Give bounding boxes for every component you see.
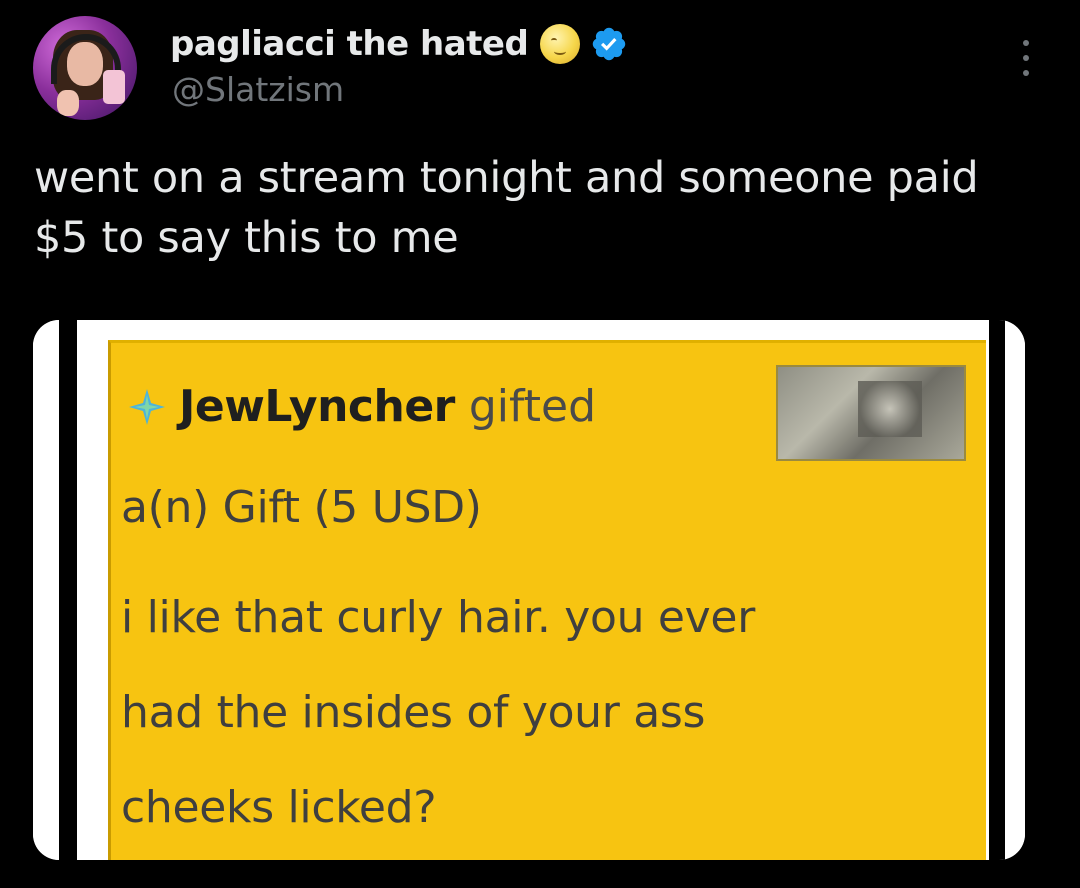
author-handle[interactable]: @Slatzism bbox=[172, 70, 344, 109]
tweet-text-line: $5 to say this to me bbox=[34, 213, 459, 263]
gift-message-line: i like that curly hair. you ever bbox=[121, 592, 755, 643]
tweet-media-image[interactable]: JewLyncher gifted a(n) Gift (5 USD) i li… bbox=[33, 320, 1025, 860]
gift-thumbnail bbox=[776, 365, 966, 461]
moon-face-icon bbox=[540, 24, 581, 64]
gift-message-line: cheeks licked? bbox=[121, 782, 437, 833]
verified-badge-icon bbox=[593, 27, 626, 61]
gift-message-line: had the insides of your ass bbox=[121, 687, 706, 738]
gift-sparkle-icon bbox=[129, 388, 165, 425]
display-name[interactable]: pagliacci the hated bbox=[170, 24, 529, 64]
gift-amount: a(n) Gift (5 USD) bbox=[121, 482, 482, 533]
tweet-text-line: went on a stream tonight and someone pai… bbox=[34, 153, 979, 203]
tweet-text: went on a stream tonight and someone pai… bbox=[34, 148, 1054, 268]
avatar[interactable] bbox=[33, 16, 137, 120]
more-options-icon[interactable] bbox=[1014, 40, 1038, 76]
gift-username: JewLyncher bbox=[179, 381, 455, 432]
gift-card: JewLyncher gifted a(n) Gift (5 USD) i li… bbox=[108, 340, 986, 860]
gift-verb: gifted bbox=[468, 381, 596, 432]
author-name-row[interactable]: pagliacci the hated bbox=[170, 20, 628, 68]
gift-header: JewLyncher gifted bbox=[125, 381, 596, 432]
tweet: pagliacci the hated @Slatzism went on a … bbox=[0, 0, 1080, 888]
